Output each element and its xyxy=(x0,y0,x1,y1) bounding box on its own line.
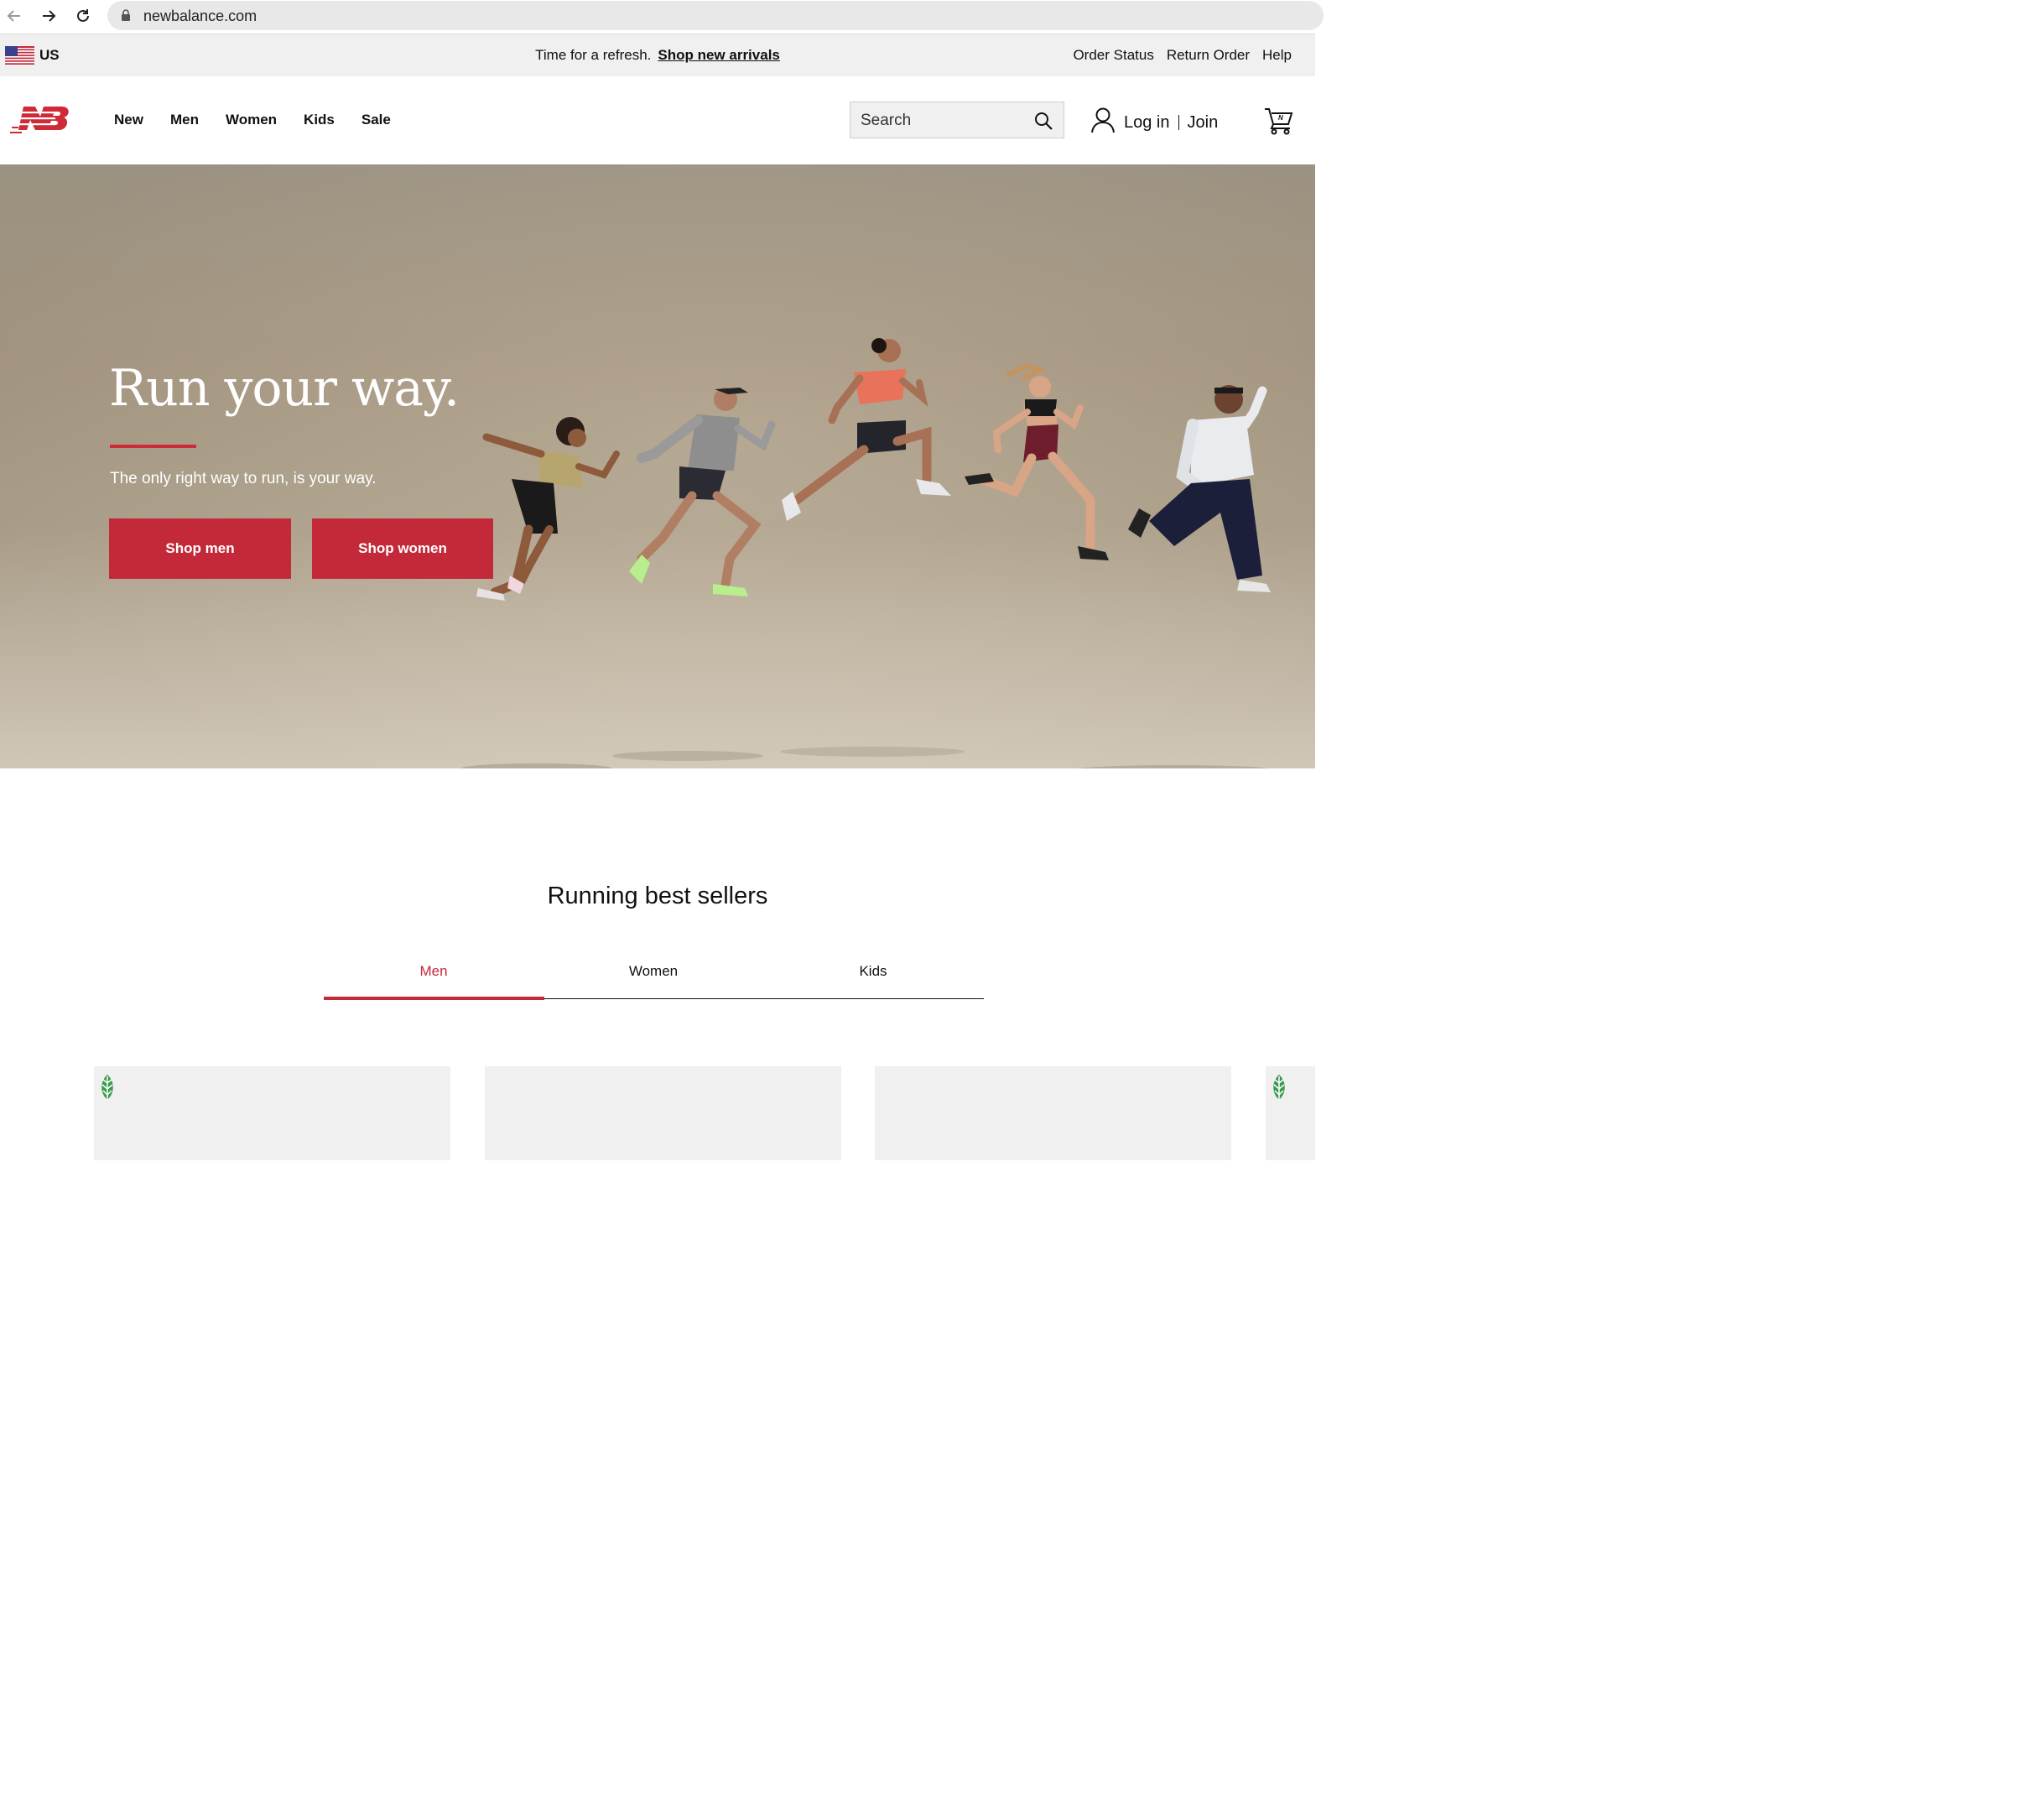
new-balance-logo[interactable] xyxy=(10,105,70,137)
nav-women[interactable]: Women xyxy=(226,112,277,128)
search-input[interactable] xyxy=(859,109,1030,133)
shop-men-button[interactable]: Shop men xyxy=(109,518,291,579)
help-link[interactable]: Help xyxy=(1262,47,1292,64)
best-sellers-title: Running best sellers xyxy=(547,883,768,909)
order-status-link[interactable]: Order Status xyxy=(1073,47,1153,64)
promo-text: Time for a refresh. xyxy=(535,47,652,63)
hero-subtitle: The only right way to run, is your way. xyxy=(110,470,377,487)
user-icon[interactable] xyxy=(1090,107,1116,138)
reload-icon[interactable] xyxy=(74,7,92,25)
nav-sale[interactable]: Sale xyxy=(361,112,391,128)
browser-chrome: newbalance.com xyxy=(0,0,1324,34)
hero-title: Run your way. xyxy=(109,359,460,418)
leaf-icon xyxy=(99,1073,116,1106)
main-nav: New Men Women Kids Sale xyxy=(114,112,391,128)
nav-men[interactable]: Men xyxy=(170,112,199,128)
hero-banner: Run your way. The only right way to run,… xyxy=(0,164,1315,768)
url-text: newbalance.com xyxy=(143,8,257,24)
product-card[interactable] xyxy=(485,1066,841,1160)
runners-illustration xyxy=(461,338,1271,768)
return-order-link[interactable]: Return Order xyxy=(1167,47,1250,64)
account-links: Log in Join xyxy=(1090,107,1218,138)
tab-women[interactable]: Women xyxy=(544,963,763,980)
best-sellers-tabs: Men Women Kids xyxy=(324,956,984,1000)
svg-text:N: N xyxy=(1278,114,1283,122)
leaf-icon xyxy=(1271,1073,1287,1106)
tab-kids[interactable]: Kids xyxy=(763,963,983,980)
site-header: New Men Women Kids Sale Log in Join xyxy=(0,76,1315,164)
search-box xyxy=(850,102,1064,138)
lock-icon xyxy=(121,9,131,26)
product-card[interactable] xyxy=(94,1066,450,1160)
shop-women-button[interactable]: Shop women xyxy=(312,518,493,579)
hero-accent-rule xyxy=(110,445,196,448)
divider xyxy=(1178,115,1179,130)
nav-new[interactable]: New xyxy=(114,112,143,128)
nav-kids[interactable]: Kids xyxy=(304,112,335,128)
forward-arrow-icon[interactable] xyxy=(39,7,58,25)
product-card[interactable] xyxy=(1266,1066,1315,1160)
tab-men[interactable]: Men xyxy=(324,963,544,980)
product-card[interactable] xyxy=(875,1066,1231,1160)
search-icon[interactable] xyxy=(1033,111,1053,135)
cart-icon[interactable]: N xyxy=(1263,107,1293,139)
utility-links: Order Status Return Order Help xyxy=(1073,47,1292,64)
join-link[interactable]: Join xyxy=(1188,113,1219,133)
utility-bar: US Time for a refresh. Shop new arrivals … xyxy=(0,34,1315,76)
login-link[interactable]: Log in xyxy=(1124,113,1170,133)
back-arrow-icon[interactable] xyxy=(5,7,23,25)
active-tab-indicator xyxy=(324,997,544,1000)
address-bar[interactable]: newbalance.com xyxy=(107,1,1324,30)
promo-link[interactable]: Shop new arrivals xyxy=(658,47,780,63)
